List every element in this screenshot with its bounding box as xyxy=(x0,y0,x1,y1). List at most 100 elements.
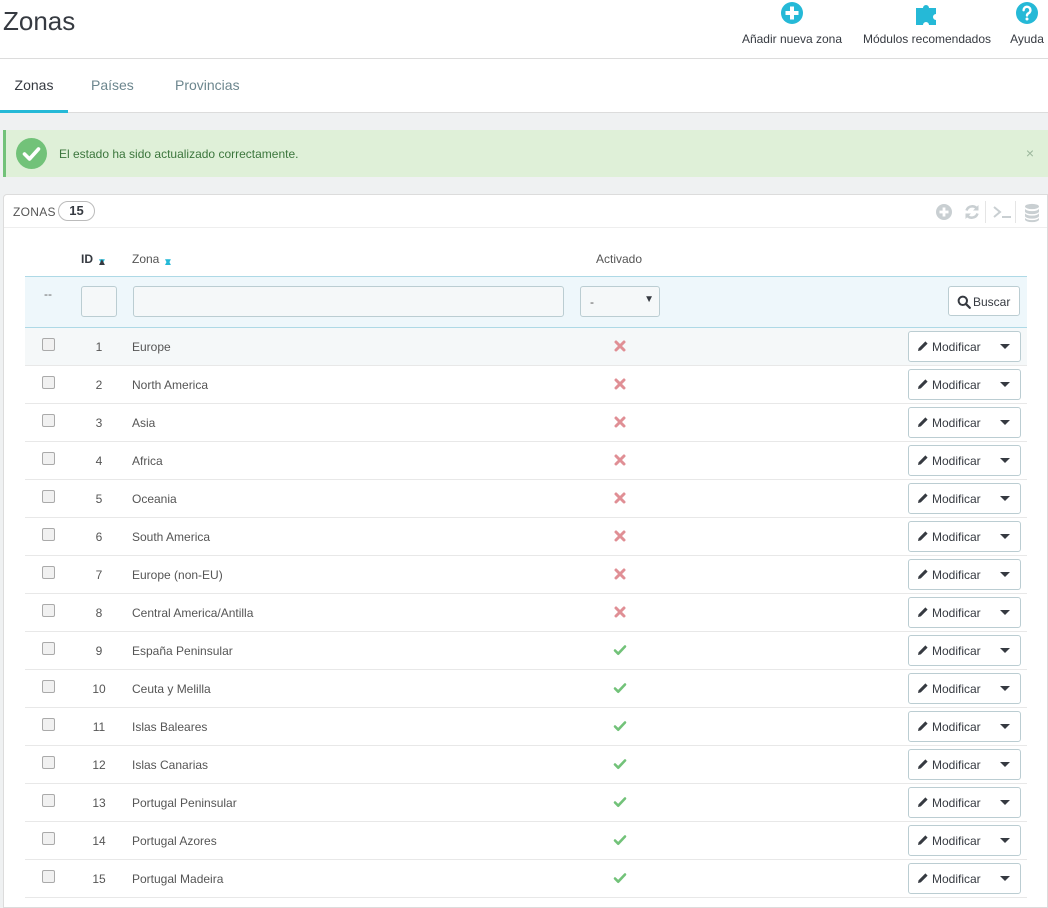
row-checkbox[interactable] xyxy=(42,414,55,427)
edit-button[interactable]: Modificar xyxy=(909,560,991,589)
edit-button[interactable]: Modificar xyxy=(909,636,991,665)
disabled-cross-icon[interactable] xyxy=(613,491,627,505)
enabled-check-icon[interactable] xyxy=(613,757,627,771)
row-checkbox[interactable] xyxy=(42,832,55,845)
active-filter-select[interactable]: - ▼ xyxy=(580,286,660,317)
enabled-check-icon[interactable] xyxy=(613,871,627,885)
row-checkbox[interactable] xyxy=(42,604,55,617)
page-header: Zonas Añadir nueva zona Módulos recomend… xyxy=(0,0,1048,59)
table-row[interactable]: 9 España Peninsular Modificar xyxy=(25,632,1027,670)
table-row[interactable]: 12 Islas Canarias Modificar xyxy=(25,746,1027,784)
search-button[interactable]: Buscar xyxy=(948,286,1020,316)
edit-button[interactable]: Modificar xyxy=(909,370,991,399)
row-actions-dropdown-toggle[interactable] xyxy=(991,864,1021,893)
row-actions-dropdown-toggle[interactable] xyxy=(991,560,1021,589)
row-checkbox[interactable] xyxy=(42,566,55,579)
row-actions-dropdown-toggle[interactable] xyxy=(991,674,1021,703)
id-filter-input[interactable] xyxy=(81,286,117,317)
enabled-check-icon[interactable] xyxy=(613,833,627,847)
help-button[interactable]: Ayuda xyxy=(1006,0,1048,56)
row-checkbox[interactable] xyxy=(42,452,55,465)
edit-button[interactable]: Modificar xyxy=(909,674,991,703)
row-actions-dropdown-toggle[interactable] xyxy=(991,408,1021,437)
plus-circle-icon xyxy=(738,0,846,26)
add-icon[interactable] xyxy=(933,201,955,223)
alert-close-button[interactable]: × xyxy=(1026,145,1034,161)
database-export-icon[interactable] xyxy=(1021,201,1043,223)
row-checkbox[interactable] xyxy=(42,718,55,731)
edit-button[interactable]: Modificar xyxy=(909,826,991,855)
edit-button[interactable]: Modificar xyxy=(909,750,991,779)
refresh-icon[interactable] xyxy=(961,201,983,223)
table-row[interactable]: 4 Africa Modificar xyxy=(25,442,1027,480)
edit-button[interactable]: Modificar xyxy=(909,712,991,741)
disabled-cross-icon[interactable] xyxy=(613,377,627,391)
disabled-cross-icon[interactable] xyxy=(613,415,627,429)
tab-zonas[interactable]: Zonas xyxy=(0,59,68,113)
zone-filter-input[interactable] xyxy=(133,286,564,317)
table-row[interactable]: 13 Portugal Peninsular Modificar xyxy=(25,784,1027,822)
disabled-cross-icon[interactable] xyxy=(613,339,627,353)
row-actions-dropdown-toggle[interactable] xyxy=(991,826,1021,855)
row-id: 5 xyxy=(95,492,103,506)
edit-button[interactable]: Modificar xyxy=(909,788,991,817)
edit-button[interactable]: Modificar xyxy=(909,446,991,475)
row-checkbox[interactable] xyxy=(42,528,55,541)
row-checkbox[interactable] xyxy=(42,794,55,807)
edit-button[interactable]: Modificar xyxy=(909,332,991,361)
edit-button[interactable]: Modificar xyxy=(909,408,991,437)
enabled-check-icon[interactable] xyxy=(613,795,627,809)
add-new-zone-label: Añadir nueva zona xyxy=(741,32,843,46)
sort-asc-icon[interactable]: ▲ xyxy=(97,257,107,268)
enabled-check-icon[interactable] xyxy=(613,643,627,657)
row-actions-dropdown-toggle[interactable] xyxy=(991,636,1021,665)
edit-button[interactable]: Modificar xyxy=(909,864,991,893)
disabled-cross-icon[interactable] xyxy=(613,567,627,581)
row-actions: Modificar xyxy=(908,863,1021,894)
tab-provincias[interactable]: Provincias xyxy=(167,59,248,113)
table-row[interactable]: 11 Islas Baleares Modificar xyxy=(25,708,1027,746)
row-checkbox[interactable] xyxy=(42,870,55,883)
row-actions-dropdown-toggle[interactable] xyxy=(991,598,1021,627)
table-row[interactable]: 10 Ceuta y Melilla Modificar xyxy=(25,670,1027,708)
row-actions-dropdown-toggle[interactable] xyxy=(991,370,1021,399)
sql-terminal-icon[interactable] xyxy=(991,201,1013,223)
table-row[interactable]: 3 Asia Modificar xyxy=(25,404,1027,442)
table-row[interactable]: 14 Portugal Azores Modificar xyxy=(25,822,1027,860)
table-row[interactable]: 5 Oceania Modificar xyxy=(25,480,1027,518)
table-row[interactable]: 6 South America Modificar xyxy=(25,518,1027,556)
edit-button[interactable]: Modificar xyxy=(909,598,991,627)
recommended-modules-button[interactable]: Módulos recomendados xyxy=(857,0,997,56)
disabled-cross-icon[interactable] xyxy=(613,605,627,619)
row-actions-dropdown-toggle[interactable] xyxy=(991,446,1021,475)
edit-button[interactable]: Modificar xyxy=(909,522,991,551)
row-checkbox[interactable] xyxy=(42,338,55,351)
row-actions-dropdown-toggle[interactable] xyxy=(991,750,1021,779)
row-checkbox[interactable] xyxy=(42,376,55,389)
table-row[interactable]: 1 Europe Modificar xyxy=(25,328,1027,366)
table-row[interactable]: 7 Europe (non-EU) Modificar xyxy=(25,556,1027,594)
tab-paises[interactable]: Países xyxy=(83,59,142,113)
enabled-check-icon[interactable] xyxy=(613,719,627,733)
table-row[interactable]: 2 North America Modificar xyxy=(25,366,1027,404)
add-new-zone-button[interactable]: Añadir nueva zona xyxy=(738,0,846,56)
row-zone-name: Ceuta y Melilla xyxy=(132,682,211,696)
sort-asc-icon[interactable]: ▲ xyxy=(163,257,173,268)
search-icon xyxy=(957,295,971,309)
row-actions-dropdown-toggle[interactable] xyxy=(991,522,1021,551)
enabled-check-icon[interactable] xyxy=(613,681,627,695)
table-row[interactable]: 15 Portugal Madeira Modificar xyxy=(25,860,1027,898)
row-checkbox[interactable] xyxy=(42,680,55,693)
disabled-cross-icon[interactable] xyxy=(613,453,627,467)
edit-button[interactable]: Modificar xyxy=(909,484,991,513)
pencil-icon xyxy=(918,721,928,731)
row-checkbox[interactable] xyxy=(42,642,55,655)
row-actions-dropdown-toggle[interactable] xyxy=(991,712,1021,741)
row-actions-dropdown-toggle[interactable] xyxy=(991,788,1021,817)
disabled-cross-icon[interactable] xyxy=(613,529,627,543)
table-row[interactable]: 8 Central America/Antilla Modificar xyxy=(25,594,1027,632)
row-actions-dropdown-toggle[interactable] xyxy=(991,332,1021,361)
row-checkbox[interactable] xyxy=(42,756,55,769)
row-checkbox[interactable] xyxy=(42,490,55,503)
row-actions-dropdown-toggle[interactable] xyxy=(991,484,1021,513)
